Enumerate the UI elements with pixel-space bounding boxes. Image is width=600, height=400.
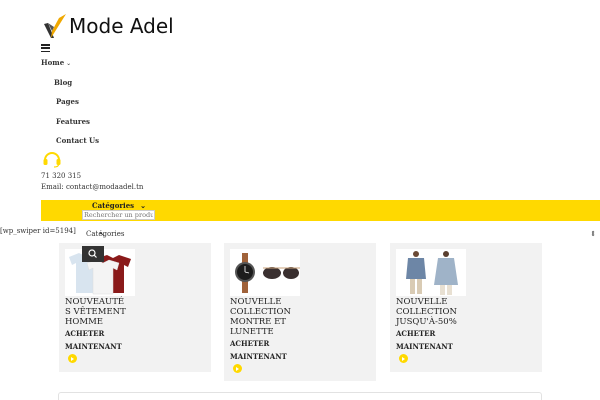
nav-item-home[interactable]: Home ⌄: [41, 58, 71, 67]
promo-card-watch-glasses[interactable]: NOUVELLE COLLECTION MONTRE ET LUNETTE AC…: [224, 243, 376, 381]
shop-now-link[interactable]: ACHETER MAINTENANT: [65, 327, 122, 353]
shop-now-link[interactable]: ACHETER MAINTENANT: [230, 337, 287, 363]
product-search-input[interactable]: [82, 210, 155, 220]
category-select[interactable]: Catégories ⇕: [86, 230, 600, 240]
nav-item-features[interactable]: Features: [56, 117, 90, 126]
nav-home-label: Home: [41, 58, 65, 67]
watch-sunglasses-image: [230, 249, 300, 296]
promo-card-sale[interactable]: NOUVELLE COLLECTION JUSQU'À-50% ACHETER …: [390, 243, 542, 372]
category-select-label: Catégories: [86, 230, 125, 238]
search-icon: [88, 249, 97, 258]
card-title: NOUVELLE COLLECTION MONTRE ET LUNETTE: [230, 297, 291, 337]
chevron-down-icon: ⌄: [66, 60, 72, 67]
promo-card-men-clothing[interactable]: NOUVEAUTÉ S VÊTEMENT HOMME ACHETER MAINT…: [59, 243, 211, 372]
arrow-circle-icon[interactable]: [399, 354, 408, 363]
arrow-circle-icon[interactable]: [68, 354, 77, 363]
menu-toggle-icon[interactable]: [41, 44, 50, 53]
nav-item-pages[interactable]: Pages: [56, 97, 79, 106]
card-title: NOUVELLE COLLECTION JUSQU'À-50%: [396, 297, 457, 327]
swiper-shortcode-text: [wp_swiper id=5194]: [0, 227, 76, 235]
arrow-circle-icon[interactable]: [233, 364, 242, 373]
check-swoosh-logo-icon: [44, 14, 66, 38]
headset-icon: [43, 152, 61, 168]
nav-item-contact[interactable]: Contact Us: [56, 136, 99, 145]
card-title: NOUVEAUTÉ S VÊTEMENT HOMME: [65, 297, 126, 327]
shop-now-link[interactable]: ACHETER MAINTENANT: [396, 327, 453, 353]
search-button[interactable]: [82, 246, 104, 262]
women-shirts-image: [396, 249, 466, 296]
nav-item-blog[interactable]: Blog: [54, 78, 72, 87]
content-panel: [58, 392, 542, 400]
categories-label: Catégories: [92, 201, 135, 210]
select-arrows-icon: ⇕: [590, 230, 596, 238]
phone-number[interactable]: 71 320 315: [41, 172, 81, 180]
contact-email[interactable]: Email: contact@modaadel.tn: [41, 183, 143, 191]
categories-dropdown-button[interactable]: Catégories ⌄: [92, 201, 146, 210]
brand-name: Mode Adel: [69, 14, 174, 38]
chevron-down-icon: ⌄: [140, 201, 146, 210]
site-logo[interactable]: Mode Adel: [42, 12, 174, 42]
